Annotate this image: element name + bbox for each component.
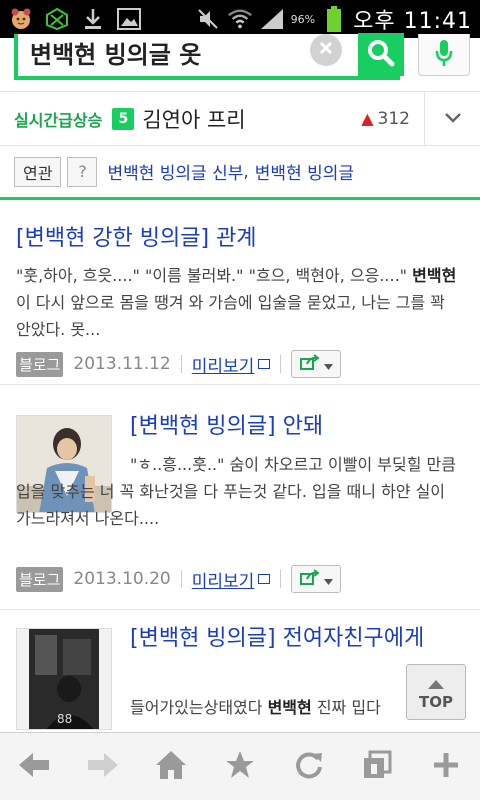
face-notification-icon (8, 6, 34, 32)
bookmark-button[interactable] (210, 737, 270, 797)
snippet-text: "훗,하아, 흐읏...." "이름 불러봐." "흐으, 백현아, 으응...… (16, 266, 413, 285)
snippet-text: 들어가있는상태였다 (130, 698, 268, 717)
search-button[interactable] (358, 33, 404, 76)
battery-percent: 96% (290, 12, 316, 26)
bookmark-star-icon (225, 750, 255, 784)
result-snippet: "ㅎ..흥...훗.." 숨이 차오르고 이빨이 부딪힐 만큼 입을 맞추는 너… (16, 455, 456, 528)
related-separator: , (243, 161, 249, 182)
back-icon (17, 751, 51, 783)
trending-count: 312 (377, 108, 410, 129)
snippet-text: 이 다시 앞으로 몸을 땡겨 와 가슴에 입술을 묻었고, 나는 그를 꽉 안았… (16, 293, 446, 339)
clear-button[interactable] (310, 34, 342, 66)
browser-toolbar (0, 732, 480, 800)
refresh-button[interactable] (279, 737, 339, 797)
related-link[interactable]: 변백현 빙의글 신부 (107, 159, 243, 184)
mute-icon (195, 6, 221, 32)
refresh-icon (294, 750, 324, 784)
rank-up-arrow-icon: ▲ (361, 109, 374, 128)
search-box (14, 33, 404, 80)
result-title[interactable]: [변백현 빙의글] 안돼 (130, 412, 323, 442)
share-button[interactable] (291, 565, 342, 593)
dropdown-arrow-icon (323, 570, 333, 589)
result-thumbnail[interactable]: 88 (16, 628, 112, 730)
related-searches-bar: 연관 ? 변백현 빙의글 신부 , 변백현 빙의글 (0, 146, 480, 200)
signal-icon (259, 6, 285, 32)
caret-up-icon (428, 674, 444, 693)
search-input[interactable] (30, 34, 320, 70)
search-result: [변백현 강한 빙의글] 관계 "훗,하아, 흐읏...." "이름 불러봐."… (0, 200, 480, 385)
tabs-button[interactable] (347, 737, 407, 797)
post-date: 2013.10.20 (73, 569, 171, 589)
share-button[interactable] (291, 350, 342, 378)
status-bar: 96% 오후 11:41 (0, 0, 480, 38)
back-button[interactable] (4, 737, 64, 797)
scroll-to-top-button[interactable]: TOP (406, 664, 466, 720)
wifi-icon (227, 6, 253, 32)
source-badge: 블로그 (16, 566, 64, 592)
share-icon (299, 569, 320, 589)
result-snippet: "훗,하아, 흐읏...." "이름 불러봐." "흐으, 백현아, 으응...… (16, 262, 464, 343)
post-date: 2013.11.12 (73, 354, 171, 374)
divider (280, 570, 282, 588)
realtime-trending-bar[interactable]: 실시간급상승 5 김연아 프리 ▲ 312 (0, 91, 480, 146)
snippet-highlight: 변백현 (267, 698, 312, 717)
result-title[interactable]: [변백현 빙의글] 전여자친구에게 (130, 624, 460, 654)
microphone-icon (434, 38, 454, 72)
divider (180, 570, 182, 588)
trending-rank-badge: 5 (112, 107, 135, 130)
add-icon (432, 751, 460, 783)
preview-link[interactable]: 미리보기 (192, 567, 255, 592)
divider (180, 355, 182, 373)
search-header (0, 33, 480, 92)
top-label: TOP (419, 692, 453, 711)
search-icon (367, 39, 395, 71)
result-meta: 블로그 2013.11.12 미리보기 (16, 350, 342, 378)
popup-window-icon (258, 359, 271, 369)
dropdown-arrow-icon (323, 355, 333, 374)
related-tag: 연관 (14, 156, 62, 187)
search-result: [변백현 빙의글] 안돼 "ㅎ..흥...훗.." 숨이 차오르고 이빨이 부딪… (0, 385, 480, 610)
new-tab-button[interactable] (416, 737, 476, 797)
download-icon (80, 6, 106, 32)
popup-window-icon (258, 574, 271, 584)
battery-icon (321, 6, 347, 32)
realtime-label: 실시간급상승 (14, 110, 103, 130)
chevron-down-icon (444, 109, 462, 128)
trending-keyword[interactable]: 김연아 프리 (142, 104, 245, 134)
source-badge: 블로그 (16, 351, 64, 377)
trending-expand-button[interactable] (424, 91, 480, 146)
exo-logo-icon (44, 6, 70, 32)
tabs-icon (362, 750, 392, 784)
home-icon (155, 750, 187, 784)
home-button[interactable] (141, 737, 201, 797)
svg-text:88: 88 (57, 712, 72, 726)
forward-icon (86, 751, 120, 783)
divider (280, 355, 282, 373)
clear-icon (318, 40, 334, 60)
voice-search-button[interactable] (418, 34, 470, 76)
preview-link[interactable]: 미리보기 (192, 352, 255, 377)
help-button[interactable]: ? (67, 156, 98, 187)
forward-button[interactable] (73, 737, 133, 797)
share-icon (299, 354, 320, 374)
result-meta: 블로그 2013.10.20 미리보기 (16, 565, 342, 593)
snippet-highlight: 변백현 (412, 266, 457, 285)
result-title[interactable]: [변백현 강한 빙의글] 관계 (16, 224, 257, 254)
related-link[interactable]: 변백현 빙의글 (255, 159, 354, 184)
snippet-text: 진짜 밉다 (311, 698, 381, 717)
clock: 오후 11:41 (353, 9, 472, 34)
image-icon (116, 6, 142, 32)
